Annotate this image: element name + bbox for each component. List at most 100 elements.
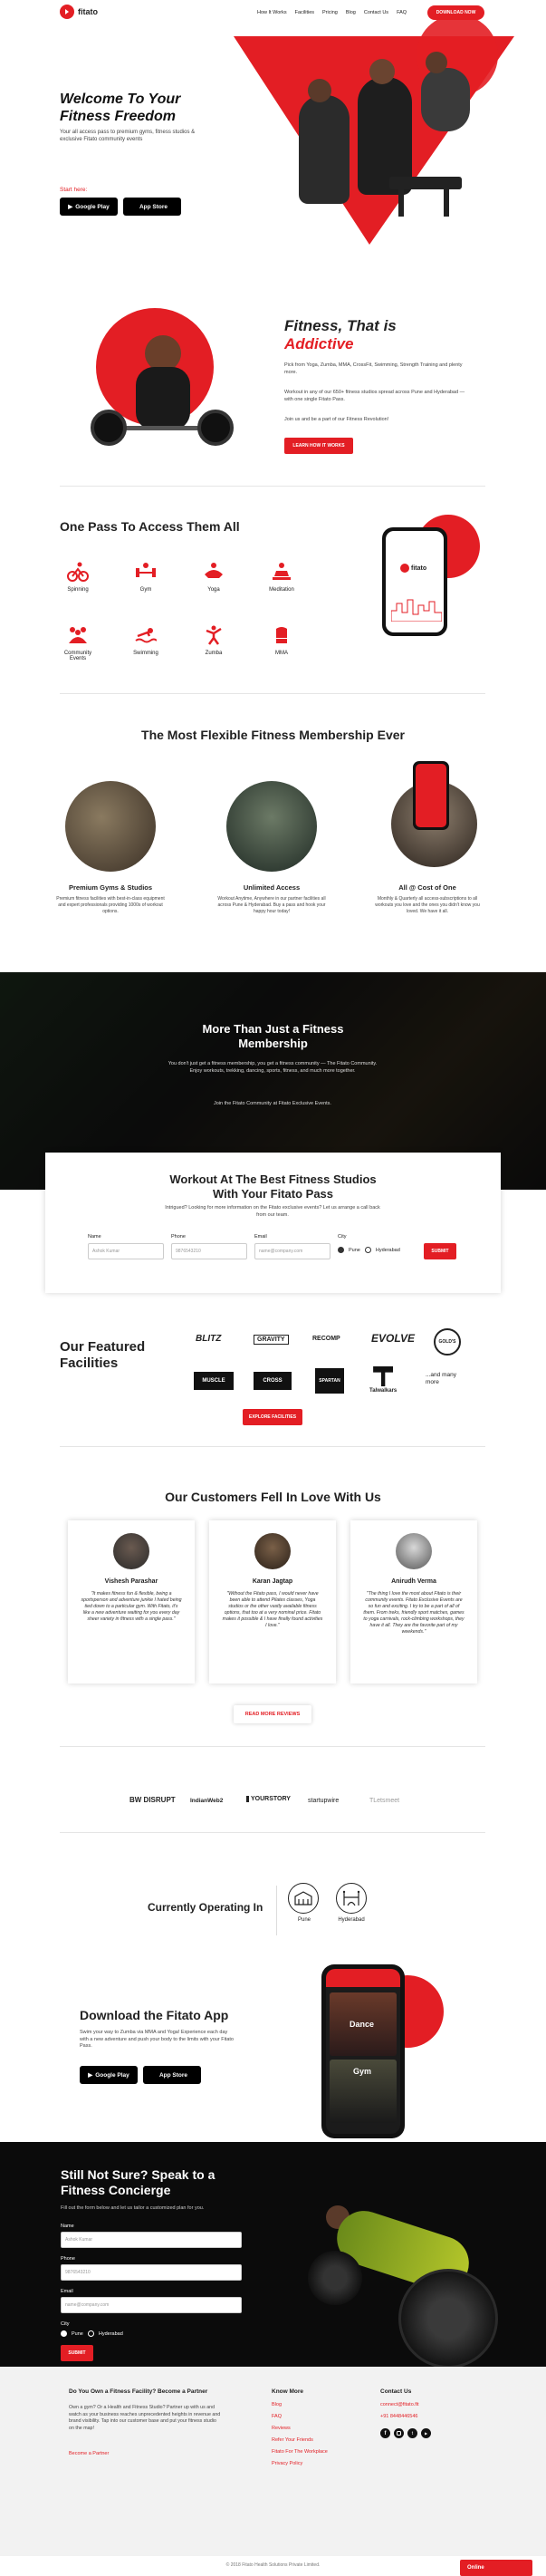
press-logo-indianweb2[interactable]: IndianWeb2 [190, 1798, 223, 1804]
press-logo-startupwire[interactable]: startupwire [308, 1798, 339, 1804]
facebook-icon[interactable]: f [380, 2428, 390, 2438]
radio-hyderabad[interactable] [364, 1247, 371, 1253]
footer-link-faq[interactable]: FAQ [272, 2414, 328, 2419]
hero-app-store-badge[interactable]: App Store [123, 198, 181, 216]
footer-link-privacy[interactable]: Privacy Policy [272, 2461, 328, 2466]
facility-logo-muscle[interactable]: MUSCLE [194, 1372, 234, 1390]
hero-section: Welcome To Your Fitness Freedom Your all… [0, 14, 546, 249]
concierge-name-input[interactable]: Ashok Kumar [61, 2232, 242, 2248]
all-cost-of-one-image [373, 761, 482, 874]
download-google-play-badge[interactable]: ▶ Google Play [80, 2066, 138, 2084]
radio-pune[interactable] [61, 2330, 67, 2337]
review-card: Vishesh Parashar "It makes fitness fun &… [68, 1520, 195, 1684]
activity-label: Yoga [207, 587, 220, 593]
activity-label: Zumba [205, 651, 223, 656]
radio-pune[interactable] [338, 1247, 344, 1253]
footer-link-blog[interactable]: Blog [272, 2402, 328, 2407]
facility-logo-gravity[interactable]: GRAVITY [254, 1335, 289, 1345]
activity-meditation[interactable]: Meditation [254, 562, 309, 593]
form1-email-input[interactable]: name@company.com [254, 1243, 330, 1259]
hero-title: Welcome To Your Fitness Freedom [60, 91, 180, 125]
footer-link-workplace[interactable]: Fitato For The Workplace [272, 2449, 328, 2455]
explore-facilities-button[interactable]: EXPLORE FACILITIES [243, 1409, 302, 1425]
online-chat-button[interactable]: Online [460, 2560, 532, 2576]
city-label: Hyderabad [338, 1917, 365, 1923]
membership-title: More Than Just a Fitness Membership [0, 1022, 546, 1051]
divider [60, 693, 485, 694]
nav-link-contact[interactable]: Contact Us [364, 10, 388, 15]
facility-logo-cross[interactable]: CROSS [254, 1372, 292, 1390]
footer-link-refer[interactable]: Refer Your Friends [272, 2437, 328, 2443]
flexible-title: The Most Flexible Fitness Membership Eve… [141, 728, 405, 742]
form1-city-label: City [338, 1234, 347, 1240]
press-logo-yourstory[interactable]: YOURSTORY [246, 1796, 291, 1802]
nav-link-facilities[interactable]: Facilities [295, 10, 314, 15]
activity-gym[interactable]: Gym [119, 562, 173, 593]
addictive-title: Fitness, That is Addictive [284, 317, 397, 353]
facility-logo-golds[interactable]: GOLD'S [434, 1328, 461, 1356]
press-logo-letsmeet[interactable]: TLetsmeet [369, 1798, 399, 1804]
phone-card-gym: Gym [330, 2060, 397, 2123]
radio-hyderabad[interactable] [87, 2330, 94, 2337]
activity-zumba[interactable]: Zumba [187, 625, 241, 656]
addictive-p1: Pick from Yoga, Zumba, MMA, CrossFit, Sw… [284, 362, 463, 375]
nav-link-faq[interactable]: FAQ [397, 10, 407, 15]
become-partner-link[interactable]: Become a Partner [69, 2451, 109, 2456]
activity-label: Community Events [63, 651, 92, 661]
contact-phone[interactable]: +91 8448446546 [380, 2414, 431, 2419]
activity-swimming[interactable]: Swimming [119, 625, 173, 656]
facility-logo-blitz[interactable]: BLITZ [196, 1334, 221, 1344]
activity-yoga[interactable]: Yoga [187, 562, 241, 593]
twitter-icon[interactable]: t [407, 2428, 417, 2438]
footer-link-reviews[interactable]: Reviews [272, 2426, 328, 2431]
concierge-email-input[interactable]: name@company.com [61, 2297, 242, 2313]
meditation-icon [273, 563, 291, 580]
contact-email[interactable]: connect@fitato.fit [380, 2402, 431, 2407]
activity-label: Meditation [269, 587, 294, 593]
nav-link-how-it-works[interactable]: How It Works [257, 10, 287, 15]
activity-community-events[interactable]: Community Events [51, 625, 105, 661]
review-card: Karan Jagtap "Without the Fitato pass, I… [209, 1520, 336, 1684]
review-card: Anirudh Verma "The thing I love the most… [350, 1520, 477, 1684]
activity-spinning[interactable]: Spinning [51, 562, 105, 593]
hero-google-play-badge[interactable]: ▶ Google Play [60, 198, 118, 216]
divider [60, 1832, 485, 1833]
facility-logo-spartan[interactable]: SPARTAN [315, 1368, 344, 1394]
concierge-submit-button[interactable]: SUBMIT [61, 2345, 93, 2361]
facility-logo-recomp[interactable]: RECOMP [312, 1336, 340, 1342]
facilities-title-line1: Our Featured [60, 1339, 146, 1355]
youtube-icon[interactable]: ▶ [421, 2428, 431, 2438]
contact-title: Contact Us [380, 2388, 412, 2395]
concierge-section: Still Not Sure? Speak to a Fitness Conci… [0, 2142, 546, 2369]
facilities-title-line2: Facilities [60, 1356, 119, 1371]
brand-name: fitato [78, 7, 98, 16]
nav-link-blog[interactable]: Blog [346, 10, 356, 15]
download-app-store-badge[interactable]: App Store [143, 2066, 201, 2084]
hero-title-line1: Welcome To Your [60, 92, 181, 107]
addictive-section: Fitness, That is Addictive Pick from Yog… [0, 290, 546, 489]
facility-logo-talwalkars[interactable]: Talwalkars [369, 1366, 397, 1394]
activity-mma[interactable]: MMA [254, 625, 309, 656]
activity-label: Swimming [133, 651, 158, 656]
form1-name-input[interactable]: Ashok Kumar [88, 1243, 164, 1259]
phone-card-dance: Dance [330, 1992, 397, 2056]
radio-pune-label: Pune [349, 1247, 360, 1253]
read-more-reviews-button[interactable]: READ MORE REVIEWS [234, 1705, 311, 1723]
facilities-title: Our Featured Facilities [60, 1339, 145, 1372]
talwalkars-mark-icon [373, 1366, 394, 1386]
brand-logo[interactable]: fitato [60, 5, 98, 19]
nav-link-pricing[interactable]: Pricing [322, 10, 338, 15]
press-logo-bw-disrupt[interactable]: BW DISRUPT [129, 1796, 176, 1804]
form1-submit-button[interactable]: SUBMIT [424, 1243, 456, 1259]
membership-text2: Join the Fitato Community at Fitato Excl… [214, 1101, 331, 1106]
form1-phone-input[interactable]: 9876543210 [171, 1243, 247, 1259]
learn-how-it-works-button[interactable]: LEARN HOW IT WORKS [284, 438, 353, 454]
form1-email-label: Email [254, 1234, 267, 1240]
download-phone-mockup: Dance Gym [321, 1964, 405, 2138]
activity-label: MMA [275, 651, 288, 656]
city-hyderabad: Hyderabad [333, 1883, 369, 1923]
instagram-icon[interactable] [394, 2428, 404, 2438]
concierge-phone-input[interactable]: 9876543210 [61, 2264, 242, 2281]
facility-logo-evolve[interactable]: EVOLVE [371, 1332, 415, 1345]
social-icons: f t ▶ [380, 2428, 431, 2438]
